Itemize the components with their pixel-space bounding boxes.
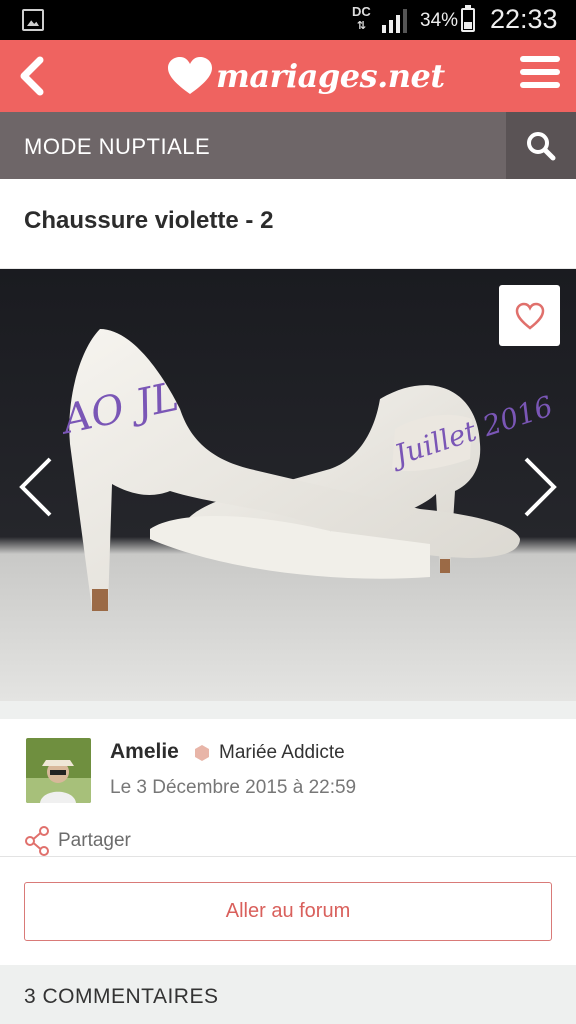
- share-button[interactable]: Partager: [24, 826, 131, 856]
- post-photo[interactable]: AO JL Juillet 2016: [0, 269, 576, 701]
- author-name[interactable]: Amelie: [110, 740, 179, 764]
- search-icon: [527, 131, 556, 160]
- post-header: Chaussure violette - 2: [0, 179, 576, 269]
- author-block: Amelie Mariée Addicte Le 3 Décembre 2015…: [0, 719, 576, 857]
- avatar-image: [26, 738, 91, 803]
- menu-button[interactable]: [520, 56, 560, 96]
- brand-logo[interactable]: mariages.net: [166, 48, 445, 104]
- section-bar: MODE NUPTIALE: [0, 112, 576, 179]
- battery-percent: 34%: [420, 10, 459, 31]
- chevron-right-icon: [524, 457, 557, 517]
- logo-text: mariages.net: [216, 57, 445, 95]
- forum-button[interactable]: Aller au forum: [24, 882, 552, 941]
- network-indicator: DC ⇅: [352, 4, 371, 33]
- comments-header: 3 COMMENTAIRES: [0, 965, 576, 1024]
- hamburger-icon: [520, 56, 560, 88]
- back-button[interactable]: [12, 50, 52, 102]
- next-photo-button[interactable]: [520, 455, 560, 519]
- avatar[interactable]: [26, 738, 91, 803]
- chevron-left-icon: [19, 457, 52, 517]
- author-rank: Mariée Addicte: [219, 742, 345, 763]
- section-title[interactable]: MODE NUPTIALE: [24, 134, 210, 160]
- battery-icon: [461, 5, 475, 32]
- search-button[interactable]: [506, 112, 576, 179]
- previous-photo-button[interactable]: [16, 455, 56, 519]
- chevron-left-icon: [20, 56, 44, 96]
- app-bar: mariages.net: [0, 40, 576, 112]
- shoes-image: AO JL Juillet 2016: [0, 269, 576, 701]
- post-title: Chaussure violette - 2: [24, 207, 274, 234]
- heart-outline-icon: [515, 302, 544, 330]
- share-icon: [25, 826, 49, 856]
- signal-icon: [382, 9, 407, 33]
- gallery-notification-icon: [22, 9, 44, 31]
- comments-title: 3 COMMENTAIRES: [24, 985, 219, 1008]
- post-date: Le 3 Décembre 2015 à 22:59: [110, 777, 357, 798]
- heart-logo-icon: [168, 57, 212, 94]
- favorite-button[interactable]: [499, 285, 560, 346]
- divider: [0, 701, 576, 719]
- rank-badge-icon: [195, 745, 209, 761]
- share-label: Partager: [58, 830, 131, 851]
- clock: 22:33: [490, 4, 558, 34]
- status-bar: DC ⇅ 34% 22:33: [0, 0, 576, 40]
